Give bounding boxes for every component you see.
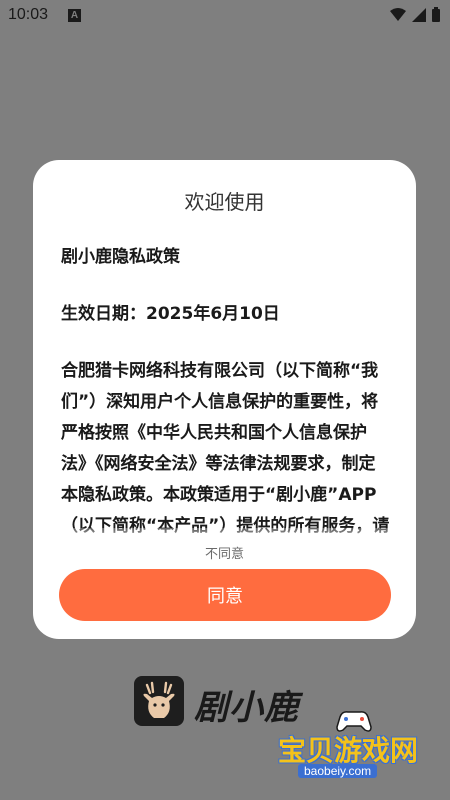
policy-body-text: 合肥猎卡网络科技有限公司（以下简称“我们”）深知用户个人信息保护的重要性，将严格…: [61, 361, 390, 536]
effective-date: 生效日期：2025年6月10日: [61, 304, 280, 324]
battery-icon: [432, 7, 440, 22]
policy-name: 剧小鹿隐私政策: [61, 247, 180, 267]
deer-icon: [143, 681, 175, 718]
agree-button[interactable]: 同意: [59, 569, 391, 621]
notification-app-icon: A: [68, 9, 81, 22]
watermark: 宝贝游戏网 baobeiy.com: [270, 703, 440, 788]
system-icons: [390, 7, 440, 22]
app-logo: [134, 676, 184, 726]
policy-content[interactable]: 剧小鹿隐私政策 生效日期：2025年6月10日 合肥猎卡网络科技有限公司（以下简…: [61, 242, 391, 538]
cellular-signal-icon: [412, 7, 426, 22]
watermark-text: 宝贝游戏网: [278, 734, 419, 767]
privacy-dialog: 欢迎使用 剧小鹿隐私政策 生效日期：2025年6月10日 合肥猎卡网络科技有限公…: [33, 160, 416, 639]
disagree-button[interactable]: 不同意: [33, 543, 416, 562]
status-time: 10:03: [8, 6, 49, 23]
dialog-title: 欢迎使用: [184, 190, 265, 214]
wifi-icon: [390, 7, 406, 21]
status-bar: 10:03 A: [0, 0, 450, 32]
watermark-url: baobeiy.com: [298, 764, 378, 778]
